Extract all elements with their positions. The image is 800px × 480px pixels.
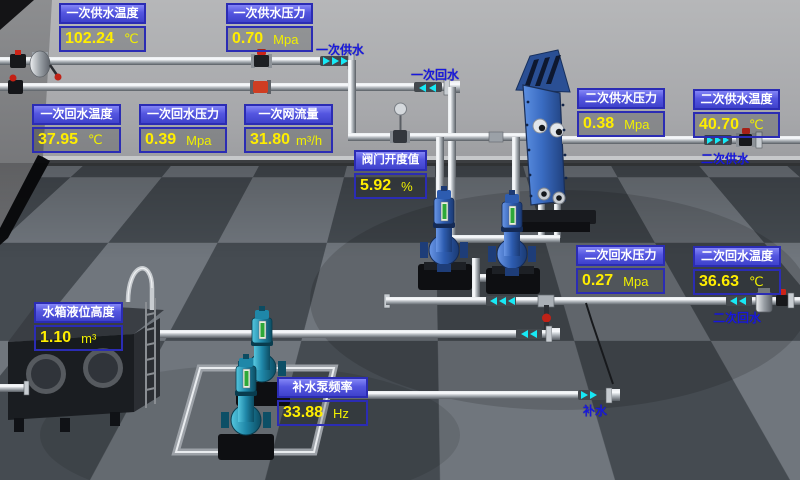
gauge-value-box: 0.27 Mpa xyxy=(576,268,665,294)
gauge-value: 36.63 xyxy=(699,273,739,291)
gauge-unit: ℃ xyxy=(124,31,139,47)
gauge-value-box: 40.70 ℃ xyxy=(693,112,780,138)
gauge-primary-return-pressure: 一次回水压力 0.39 Mpa xyxy=(139,104,227,153)
gauge-value: 0.27 xyxy=(582,272,613,290)
gauge-header: 二次供水压力 xyxy=(577,88,665,109)
gauge-value: 33.88 xyxy=(283,404,323,422)
drain-valve xyxy=(55,74,62,81)
gauge-header: 一次网流量 xyxy=(244,104,333,125)
pump-run-indicator xyxy=(443,204,447,219)
gauge-value: 102.24 xyxy=(65,30,114,48)
gauge-value-box: 36.63 ℃ xyxy=(693,269,781,295)
pipe-tag-primary-supply: 一次供水 xyxy=(316,41,364,58)
valve-red-handle xyxy=(10,75,17,82)
gauge-unit: Mpa xyxy=(186,133,211,148)
gauge-value-box: 5.92% xyxy=(354,173,427,199)
gauge-unit: ℃ xyxy=(749,117,764,133)
gauge-value-box: 1.10 m³ xyxy=(34,325,123,351)
gauge-valve-opening: 阀门开度值 5.92% xyxy=(354,150,427,199)
gauge-value-box: 0.70 Mpa xyxy=(226,26,313,52)
gauge-secondary-supply-pressure: 二次供水压力 0.38 Mpa xyxy=(577,88,665,137)
gauge-value: 1.10 xyxy=(40,329,71,347)
gauge-header: 一次回水温度 xyxy=(32,104,121,125)
pump-run-indicator xyxy=(511,208,515,223)
gauge-header: 水箱液位高度 xyxy=(34,302,123,323)
pipe-tag-secondary-return: 二次回水 xyxy=(713,309,761,326)
gauge-unit: m³ xyxy=(81,331,96,346)
strainer-pot xyxy=(30,51,50,77)
gauge-value-box: 33.88 Hz xyxy=(277,400,368,426)
branch-red-valve xyxy=(542,314,551,323)
gauge-value-box: 0.38 Mpa xyxy=(577,111,665,137)
gauge-unit: ℃ xyxy=(749,274,764,290)
gauge-header: 二次供水温度 xyxy=(693,89,780,110)
gauge-value: 0.39 xyxy=(145,131,176,149)
gauge-unit: Mpa xyxy=(624,117,649,132)
pipe-tag-primary-return: 一次回水 xyxy=(411,66,459,83)
gauge-value-box: 102.24 ℃ xyxy=(59,26,146,52)
gauge-secondary-supply-temp: 二次供水温度 40.70 ℃ xyxy=(693,89,780,138)
gauge-makeup-pump-frequency: 补水泵频率 33.88 Hz xyxy=(277,377,368,426)
gauge-unit: m³/h xyxy=(296,133,322,148)
gauge-tank-level: 水箱液位高度 1.10 m³ xyxy=(34,302,123,351)
gauge-value-box: 0.39 Mpa xyxy=(139,127,227,153)
gauge-header: 一次供水压力 xyxy=(226,3,313,24)
plant-3d-scene xyxy=(0,0,800,480)
gauge-value: 31.80 xyxy=(250,131,290,149)
gauge-header: 二次回水压力 xyxy=(576,245,665,266)
gauge-secondary-return-temp: 二次回水温度 36.63 ℃ xyxy=(693,246,781,295)
gauge-unit: % xyxy=(401,179,413,194)
gauge-value-box: 37.95 ℃ xyxy=(32,127,121,153)
gauge-header: 一次回水压力 xyxy=(139,104,227,125)
gauge-unit: Mpa xyxy=(623,274,648,289)
gauge-header: 二次回水温度 xyxy=(693,246,781,267)
gauge-primary-supply-temp: 一次供水温度 102.24 ℃ xyxy=(59,3,146,52)
gauge-value: 0.70 xyxy=(232,30,263,48)
pump-run-indicator xyxy=(261,323,265,337)
gauge-value-box: 31.80 m³/h xyxy=(244,127,333,153)
hmi-screen: 一次供水温度 102.24 ℃ 一次供水压力 0.70 Mpa 一次回水温度 37.… xyxy=(0,0,800,480)
pipe-tag-secondary-supply: 二次供水 xyxy=(701,150,749,167)
gauge-unit: Hz xyxy=(333,406,349,421)
gauge-unit: ℃ xyxy=(88,132,103,148)
gauge-header: 阀门开度值 xyxy=(354,150,427,171)
gauge-value: 40.70 xyxy=(699,116,739,134)
gauge-value: 0.38 xyxy=(583,115,614,133)
gauge-primary-flow: 一次网流量 31.80 m³/h xyxy=(244,104,333,153)
gauge-unit: Mpa xyxy=(273,32,298,47)
pump-run-indicator xyxy=(245,371,249,386)
red-gate-valve xyxy=(253,81,268,93)
gauge-header: 补水泵频率 xyxy=(277,377,368,398)
gauge-primary-return-temp: 一次回水温度 37.95 ℃ xyxy=(32,104,121,153)
pipe-tag-makeup: 补水 xyxy=(583,402,607,419)
gauge-header: 一次供水温度 xyxy=(59,3,146,24)
valve-red-handle xyxy=(15,50,21,55)
gauge-primary-supply-pressure: 一次供水压力 0.70 Mpa xyxy=(226,3,313,52)
gauge-value: 37.95 xyxy=(38,131,78,149)
gauge-value: 5.92 xyxy=(360,177,391,195)
gauge-secondary-return-pressure: 二次回水压力 0.27 Mpa xyxy=(576,245,665,294)
